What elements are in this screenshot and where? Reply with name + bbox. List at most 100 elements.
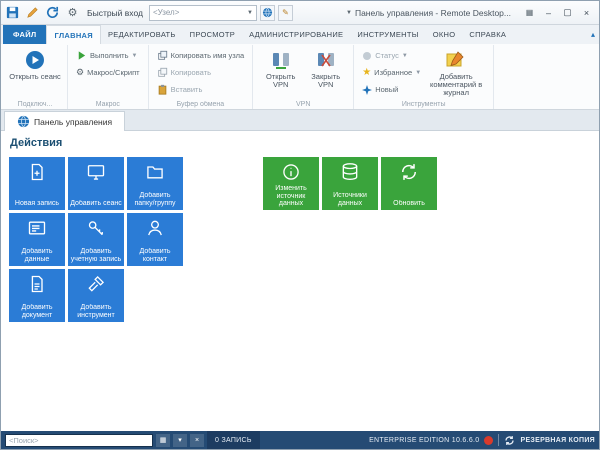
ribbon-group-connection: Открыть сеанс Подключ...	[3, 45, 68, 109]
tile-add-credential[interactable]: Добавить учетную запись	[68, 213, 124, 266]
vpn-open-icon	[272, 53, 289, 69]
theme-button[interactable]: ▦	[520, 4, 539, 21]
tab-tools[interactable]: ИНСТРУМЕНТЫ	[350, 25, 425, 44]
tile-label: Добавить учетную запись	[70, 248, 122, 263]
macro-script-button[interactable]: ⚙ Макрос/Скрипт	[73, 64, 143, 81]
quick-connect-label: Быстрый вход	[87, 7, 143, 18]
quick-connect-globe-button[interactable]	[259, 4, 275, 21]
actions-tile-grid: Новая запись Добавить сеанс Добавить пап…	[9, 157, 189, 322]
tile-refresh[interactable]: Обновить	[381, 157, 437, 210]
app-window: ⚙ Быстрый вход <Узел> ▼ ✎ ▼ Панель управ…	[0, 0, 600, 450]
tab-edit[interactable]: РЕДАКТИРОВАТЬ	[101, 25, 183, 44]
close-button[interactable]: ×	[577, 4, 596, 21]
minimize-button[interactable]: –	[539, 4, 558, 21]
add-journal-comment-button[interactable]: Добавить комментарий в журнал	[424, 47, 488, 99]
copy-button[interactable]: Копировать	[154, 64, 248, 81]
close-vpn-button[interactable]: Закрыть VPN	[303, 47, 348, 91]
favorite-star-icon: ★	[362, 66, 372, 78]
status-button[interactable]: Статус ▼	[359, 47, 424, 64]
tile-add-document[interactable]: Добавить документ	[9, 269, 65, 322]
execute-label: Выполнить	[90, 51, 129, 60]
tab-file[interactable]: ФАЙЛ	[3, 25, 47, 44]
tile-add-contact[interactable]: Добавить контакт	[127, 213, 183, 266]
tile-add-information[interactable]: Добавить данные	[9, 213, 65, 266]
add-journal-comment-label: Добавить комментарий в журнал	[429, 72, 483, 97]
open-session-label: Открыть сеанс	[9, 72, 61, 81]
alert-indicator-icon[interactable]	[484, 435, 494, 445]
status-bar: ▦ ▾ × 0 ЗАПИСЬ ENTERPRISE EDITION 10.6.6…	[1, 431, 599, 449]
tile-add-tool[interactable]: Добавить инструмент	[68, 269, 124, 322]
host-combo[interactable]: <Узел> ▼	[148, 4, 257, 21]
filter-grid-icon[interactable]: ▦	[156, 433, 170, 447]
tile-new-entry[interactable]: Новая запись	[9, 157, 65, 210]
key-icon	[88, 221, 103, 236]
favorites-button[interactable]: ★ Избранное ▼	[359, 64, 424, 81]
document-tab-bar: Панель управления	[1, 110, 599, 131]
tile-label: Добавить папку/группу	[134, 192, 176, 207]
paste-icon	[158, 84, 166, 95]
refresh-icon	[401, 164, 417, 180]
save-button[interactable]	[4, 4, 21, 21]
tile-label: Добавить инструмент	[77, 304, 115, 319]
chevron-down-icon: ▼	[247, 9, 253, 16]
tile-datasources[interactable]: Источники данных	[322, 157, 378, 210]
backup-label[interactable]: РЕЗЕРВНАЯ КОПИЯ	[520, 437, 595, 444]
tile-label: Изменить источник данных	[275, 185, 307, 207]
paste-label: Вставить	[170, 85, 203, 94]
tab-window[interactable]: ОКНО	[426, 25, 463, 44]
group-label-macro: Макрос	[95, 101, 120, 108]
statusbar-right: ENTERPRISE EDITION 10.6.6.0 РЕЗЕРВНАЯ КО…	[369, 434, 595, 446]
host-combo-value: <Узел>	[152, 8, 180, 17]
record-count: 0 ЗАПИСЬ	[207, 431, 260, 449]
copy-host-name-label: Копировать имя узла	[170, 51, 245, 60]
edit-button[interactable]	[24, 4, 41, 21]
group-label-connection: Подключ...	[17, 101, 53, 108]
datasource-tile-row: Изменить источник данных Источники данны…	[263, 157, 437, 210]
open-session-button[interactable]: Открыть сеанс	[8, 47, 62, 83]
window-title-area: ▼ Панель управления - Remote Desktop...	[346, 8, 511, 18]
tab-view[interactable]: ПРОСМОТР	[183, 25, 242, 44]
tab-dashboard[interactable]: Панель управления	[4, 111, 126, 131]
new-sparkle-icon	[362, 84, 373, 95]
ribbon-tab-bar: ФАЙЛ ГЛАВНАЯ РЕДАКТИРОВАТЬ ПРОСМОТР АДМИ…	[1, 25, 599, 44]
clear-search-icon[interactable]: ×	[190, 433, 204, 447]
tab-help[interactable]: СПРАВКА	[462, 25, 513, 44]
tile-add-session[interactable]: Добавить сеанс	[68, 157, 124, 210]
data-card-icon	[28, 221, 46, 235]
globe-icon	[262, 7, 273, 18]
collapse-ribbon-icon[interactable]: ▴	[591, 30, 595, 39]
folder-icon	[147, 166, 163, 179]
execute-button[interactable]: Выполнить ▼	[73, 47, 143, 64]
new-button[interactable]: Новый	[359, 81, 424, 98]
backup-refresh-icon[interactable]	[504, 435, 515, 446]
window-title: Панель управления - Remote Desktop...	[354, 7, 511, 18]
database-icon	[342, 163, 358, 181]
tile-add-folder[interactable]: Добавить папку/группу	[127, 157, 183, 210]
open-vpn-button[interactable]: Открыть VPN	[258, 47, 303, 91]
tile-label: Источники данных	[333, 192, 367, 207]
ribbon: Открыть сеанс Подключ... Выполнить ▼ ⚙ М…	[1, 44, 599, 110]
copy-name-icon	[157, 50, 167, 60]
paste-button[interactable]: Вставить	[154, 81, 248, 98]
refresh-button[interactable]	[44, 4, 61, 21]
chevron-down-icon: ▼	[401, 52, 408, 59]
group-label-clipboard: Буфер обмена	[176, 101, 225, 108]
edit-host-button[interactable]: ✎	[277, 4, 293, 21]
tab-administration[interactable]: АДМИНИСТРИРОВАНИЕ	[242, 25, 350, 44]
contact-icon	[148, 220, 162, 236]
tile-change-datasource[interactable]: Изменить источник данных	[263, 157, 319, 210]
search-input[interactable]	[5, 433, 153, 447]
copy-host-name-button[interactable]: Копировать имя узла	[154, 47, 248, 64]
search-options-chevron-icon[interactable]: ▾	[173, 433, 187, 447]
actions-heading: Действия	[10, 137, 63, 149]
tools-icon	[88, 275, 105, 292]
tab-dashboard-label: Панель управления	[34, 116, 113, 127]
maximize-button[interactable]: ▢	[558, 4, 577, 21]
status-icon	[363, 51, 372, 60]
settings-button[interactable]: ⚙	[64, 4, 81, 21]
info-icon	[283, 164, 299, 180]
chevron-down-icon[interactable]: ▼	[346, 10, 352, 16]
tab-home[interactable]: ГЛАВНАЯ	[46, 25, 101, 44]
script-gear-icon: ⚙	[76, 67, 85, 77]
edit-pencil-icon	[27, 7, 38, 18]
